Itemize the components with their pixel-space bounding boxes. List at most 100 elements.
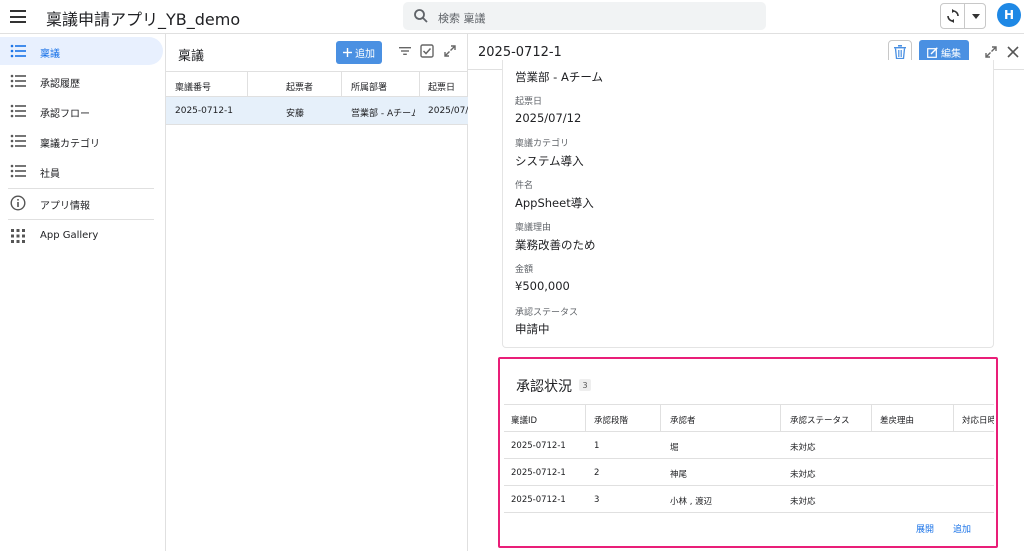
sidebar-item-app-info[interactable]: アプリ情報: [0, 189, 163, 217]
approval-table: 稟議ID 承認段階 承認者 承認ステータス 差戻理由 対応日時 2025-071…: [504, 404, 994, 515]
list-table-header: 稟議番号 起票者 所属部署 起票日: [166, 71, 468, 97]
sync-dropdown-button[interactable]: [965, 4, 986, 28]
field-value: ¥500,000: [515, 279, 570, 293]
sidebar-divider: [8, 219, 154, 220]
row-cell: 未対応: [790, 443, 816, 453]
row-cell: 2025-0712-1: [175, 106, 234, 116]
select-checkbox-icon[interactable]: [420, 44, 434, 58]
row-cell: 未対応: [790, 470, 816, 480]
field-value: AppSheet導入: [515, 196, 594, 210]
expand-icon[interactable]: [984, 45, 998, 59]
sidebar-item-ringi[interactable]: 稟議: [0, 37, 163, 65]
column-header[interactable]: 起票日: [420, 72, 468, 97]
row-cell: 2025-0712-1: [511, 468, 566, 478]
menu-icon[interactable]: [10, 10, 26, 23]
list-title: 稟議: [178, 49, 205, 64]
sidebar-item-label: 稟議カテゴリ: [40, 139, 100, 150]
row-cell: 営業部 - Aチーム: [351, 109, 415, 119]
list-icon: [10, 134, 26, 148]
trash-icon: [894, 45, 906, 59]
field-value: システム導入: [515, 154, 584, 168]
sidebar-item-label: App Gallery: [40, 230, 99, 241]
row-cell: 2025-0712-1: [511, 441, 566, 451]
detail-panel: 2025-0712-1 編集 営業部 - Aチーム 起票日 2025/07/12…: [468, 34, 1024, 551]
field-label: 件名: [515, 181, 534, 191]
row-cell: 2: [594, 468, 600, 478]
field-label: 金額: [515, 265, 534, 275]
expand-button[interactable]: 展開: [916, 522, 934, 535]
sync-icon: [946, 9, 959, 23]
search-input[interactable]: 検索 稟議: [403, 2, 766, 30]
column-header[interactable]: 所属部署: [342, 72, 420, 97]
sidebar-item-label: 承認フロー: [40, 109, 90, 120]
top-bar: 稟議申請アプリ_YB_demo 検索 稟議 H: [0, 0, 1024, 34]
list-icon: [10, 104, 26, 118]
plus-icon: [343, 48, 352, 57]
detail-card: 営業部 - Aチーム 起票日 2025/07/12 稟議カテゴリ システム導入 …: [502, 60, 994, 348]
sidebar-item-approval-flow[interactable]: 承認フロー: [0, 97, 163, 125]
sidebar-item-ringi-category[interactable]: 稟議カテゴリ: [0, 127, 163, 155]
sync-control: [940, 3, 986, 29]
edit-button-label: 編集: [941, 48, 961, 60]
approval-count-badge: 3: [579, 379, 591, 391]
add-button[interactable]: 追加: [336, 41, 382, 64]
approval-table-header: 稟議ID 承認段階 承認者 承認ステータス 差戻理由 対応日時: [504, 405, 994, 432]
row-cell: 安藤: [286, 109, 305, 119]
table-row[interactable]: 2025-0712-1 安藤 営業部 - Aチーム 2025/07/12: [166, 97, 468, 125]
detail-title: 2025-0712-1: [478, 45, 562, 60]
field-label: 稟議カテゴリ: [515, 139, 570, 149]
column-header[interactable]: 起票者: [248, 72, 342, 97]
column-header[interactable]: 差戻理由: [872, 405, 954, 432]
add-approval-button[interactable]: 追加: [953, 522, 971, 535]
grid-icon: [11, 229, 25, 243]
column-header[interactable]: 稟議ID: [504, 405, 586, 432]
field-value: 2025/07/12: [515, 111, 582, 125]
avatar[interactable]: H: [997, 3, 1021, 27]
sidebar-item-employees[interactable]: 社員: [0, 157, 163, 185]
close-icon[interactable]: [1006, 45, 1020, 59]
field-value-department: 営業部 - Aチーム: [515, 70, 603, 84]
sidebar-item-label: 社員: [40, 169, 60, 180]
row-cell: 神尾: [670, 470, 688, 480]
sidebar-item-label: アプリ情報: [40, 201, 90, 212]
column-header[interactable]: 承認者: [661, 405, 781, 432]
table-row[interactable]: 2025-0712-1 3 小林 , 渡辺 未対応: [504, 486, 994, 513]
add-button-label: 追加: [355, 49, 375, 60]
table-row[interactable]: 2025-0712-1 2 神尾 未対応: [504, 459, 994, 486]
column-header[interactable]: 承認ステータス: [781, 405, 872, 432]
edit-icon: [927, 46, 938, 58]
field-value: 業務改善のため: [515, 238, 596, 252]
approval-status-section: 承認状況 3 稟議ID 承認段階 承認者 承認ステータス 差戻理由 対応日時 2…: [498, 357, 998, 548]
field-label: 起票日: [515, 97, 543, 107]
filter-icon[interactable]: [398, 44, 412, 58]
row-cell: 未対応: [790, 497, 816, 507]
field-label: 承認ステータス: [515, 308, 579, 318]
search-icon: [414, 9, 428, 23]
table-row[interactable]: 2025-0712-1 1 堀 未対応: [504, 432, 994, 459]
approval-section-title: 承認状況: [516, 379, 572, 395]
info-icon: [10, 195, 26, 211]
expand-icon[interactable]: [443, 44, 457, 58]
row-cell: 2025/07/12: [428, 106, 468, 116]
sidebar-item-app-gallery[interactable]: App Gallery: [0, 222, 163, 250]
column-header[interactable]: 稟議番号: [166, 72, 248, 97]
row-cell: 2025-0712-1: [511, 495, 566, 505]
sidebar-item-approval-history[interactable]: 承認履歴: [0, 67, 163, 95]
sync-button[interactable]: [941, 4, 965, 28]
sidebar: 稟議 承認履歴 承認フロー 稟議カテゴリ 社員 アプリ情報 App Galler…: [0, 34, 166, 551]
row-cell: 小林 , 渡辺: [670, 497, 713, 507]
column-header[interactable]: 対応日時: [954, 405, 994, 432]
sidebar-item-label: 稟議: [40, 49, 60, 60]
column-header[interactable]: 承認段階: [586, 405, 661, 432]
caret-down-icon: [971, 13, 980, 19]
sidebar-item-label: 承認履歴: [40, 79, 80, 90]
list-panel: 稟議 追加 稟議番号 起票者 所属部署 起票日 2025-0712-1 安藤 営…: [166, 34, 468, 551]
list-icon: [10, 44, 26, 58]
row-cell: 1: [594, 441, 600, 451]
field-label: 稟議理由: [515, 223, 552, 233]
list-icon: [10, 164, 26, 178]
list-icon: [10, 74, 26, 88]
app-title: 稟議申請アプリ_YB_demo: [46, 10, 241, 29]
search-placeholder: 検索 稟議: [438, 12, 486, 25]
row-cell: 3: [594, 495, 600, 505]
